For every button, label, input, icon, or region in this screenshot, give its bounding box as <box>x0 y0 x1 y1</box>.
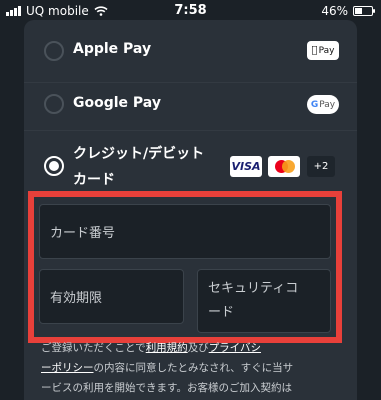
payment-option-label: Google Pay <box>73 95 161 111</box>
badge-text: Pay <box>319 99 336 110</box>
payment-option-label-line2: カード <box>73 172 115 188</box>
status-bar: UQ mobile 7:58 46% <box>0 0 381 22</box>
google-pay-logo-icon: G Pay <box>307 95 339 114</box>
terms-text: ご登録いただくことで利用規約及びプライバシ ーポリシーの内容に同意したとみなされ… <box>41 338 359 398</box>
terms-line-1: ご登録いただくことで利用規約及びプライバシ <box>41 338 359 358</box>
battery-icon <box>353 6 375 16</box>
payment-option-label: Apple Pay <box>73 41 152 57</box>
apple-pay-logo-icon: Pay <box>307 41 339 60</box>
terms-line-3: ービスの利用を開始できます。お客様のご加入契約は <box>41 382 292 394</box>
radio-button-selected[interactable] <box>44 156 64 176</box>
text: 及び <box>187 342 209 354</box>
payment-option-label: クレジット/デビット <box>73 146 205 162</box>
payment-option-apple-pay[interactable]: Apple Pay Pay <box>24 30 357 72</box>
battery-percent: 46% <box>321 4 348 18</box>
radio-button[interactable] <box>44 41 64 61</box>
radio-button[interactable] <box>44 94 64 114</box>
privacy-link-cont[interactable]: ーポリシー <box>41 362 94 374</box>
status-right: 46% <box>321 4 375 18</box>
mastercard-logo-icon <box>268 156 300 177</box>
visa-logo-icon: VISA <box>230 156 262 177</box>
privacy-link[interactable]: プライバシ <box>209 342 261 354</box>
terms-line-2: ーポリシーの内容に同意したとみなされ、すぐに当サ <box>41 358 359 378</box>
payment-option-card[interactable]: クレジット/デビット カード VISA +2 <box>24 140 357 190</box>
text: の内容に同意したとみなされ、すぐに当サ <box>93 362 294 374</box>
badge-text: Pay <box>315 45 335 56</box>
more-brands-badge: +2 <box>307 156 335 177</box>
payment-option-google-pay[interactable]: Google Pay G Pay <box>24 90 357 120</box>
text: ご登録いただくことで <box>41 342 146 354</box>
terms-link[interactable]: 利用規約 <box>146 342 188 354</box>
divider <box>24 130 357 131</box>
divider <box>24 82 357 83</box>
highlight-box <box>28 191 342 343</box>
